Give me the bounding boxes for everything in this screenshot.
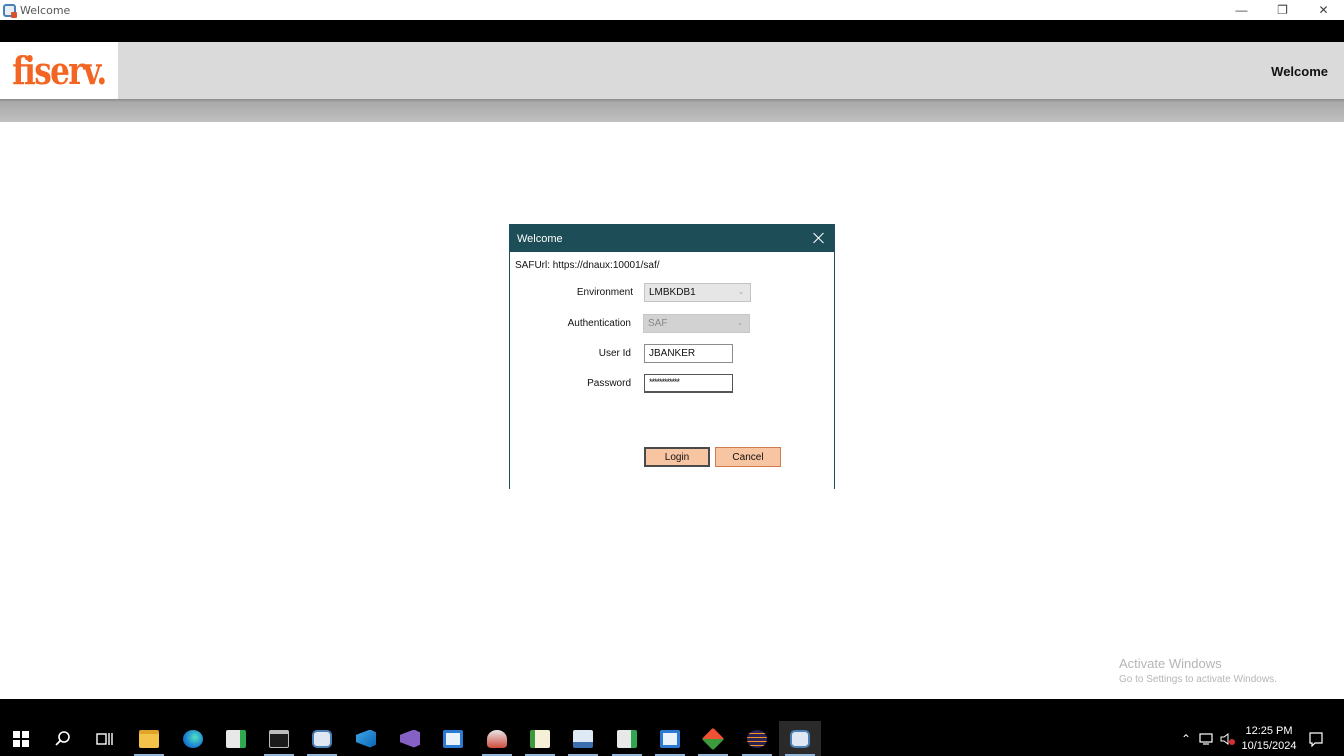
restore-button[interactable]: ❐ bbox=[1262, 0, 1303, 20]
app-icon bbox=[487, 729, 507, 748]
app-icon bbox=[226, 729, 246, 748]
activate-windows-watermark: Activate Windows Go to Settings to activ… bbox=[1119, 656, 1277, 685]
window-titlebar: Welcome — ❐ ✕ bbox=[0, 0, 1344, 20]
taskbar-clock[interactable]: 12:25 PM 10/15/2024 bbox=[1238, 724, 1300, 754]
password-label: Password bbox=[587, 378, 631, 389]
taskbar-app-13[interactable] bbox=[649, 721, 691, 756]
logo-container: fiserv. bbox=[0, 42, 118, 99]
chevron-up-icon[interactable]: ⌃ bbox=[1178, 721, 1194, 756]
watermark-title: Activate Windows bbox=[1119, 656, 1222, 671]
app-icon bbox=[312, 729, 332, 748]
taskbar-app-5[interactable] bbox=[301, 721, 343, 756]
speaker-icon bbox=[1220, 732, 1235, 745]
chevron-down-icon: ⌄ bbox=[738, 289, 744, 296]
network-icon-glyph bbox=[1199, 732, 1213, 745]
notification-icon[interactable] bbox=[1303, 721, 1329, 756]
password-value: ************ bbox=[649, 377, 680, 387]
visual-studio-icon bbox=[400, 729, 420, 748]
taskbar-vscode[interactable] bbox=[345, 721, 387, 756]
volume-muted-icon[interactable] bbox=[1219, 721, 1237, 756]
start-button[interactable] bbox=[0, 721, 42, 756]
taskbar-welcome-app[interactable] bbox=[779, 721, 821, 756]
search-icon bbox=[55, 730, 70, 746]
folder-icon bbox=[139, 729, 159, 748]
window-controls: — ❐ ✕ bbox=[1221, 0, 1344, 20]
taskbar-visual-studio[interactable] bbox=[389, 721, 431, 756]
environment-label: Environment bbox=[576, 287, 633, 298]
password-input[interactable]: ************ bbox=[644, 374, 733, 393]
taskbar-app-9[interactable] bbox=[476, 721, 518, 756]
login-button[interactable]: Login bbox=[644, 447, 710, 467]
app-icon bbox=[3, 3, 17, 18]
taskbar-terminal[interactable] bbox=[258, 721, 300, 756]
window-title: Welcome bbox=[20, 3, 71, 17]
taskbar-app-11[interactable] bbox=[562, 721, 604, 756]
userid-input[interactable]: JBANKER bbox=[644, 344, 733, 363]
taskbar-edge[interactable] bbox=[172, 721, 214, 756]
header-title: Welcome bbox=[1271, 64, 1328, 79]
taskbar-git[interactable] bbox=[692, 721, 734, 756]
taskbar-app-3[interactable] bbox=[215, 721, 257, 756]
authentication-select[interactable]: SAF ⌄ bbox=[643, 314, 750, 333]
terminal-icon bbox=[269, 729, 289, 748]
clock-date: 10/15/2024 bbox=[1241, 740, 1297, 752]
app-icon bbox=[530, 729, 550, 748]
action-center-icon bbox=[1309, 731, 1323, 747]
windows-icon bbox=[13, 730, 29, 747]
userid-label: User Id bbox=[598, 348, 631, 359]
taskbar: ⌃ 12:25 PM 10/15/2024 bbox=[0, 721, 1344, 756]
chevron-down-icon: ⌄ bbox=[737, 320, 743, 327]
environment-value: LMBKDB1 bbox=[649, 287, 696, 298]
close-icon[interactable] bbox=[812, 231, 826, 245]
fiserv-logo: fiserv. bbox=[12, 47, 107, 93]
app-icon bbox=[443, 729, 463, 748]
taskbar-app-8[interactable] bbox=[432, 721, 474, 756]
app-header: fiserv. Welcome bbox=[0, 42, 1344, 99]
authentication-value: SAF bbox=[648, 318, 668, 329]
task-view-button[interactable] bbox=[84, 721, 126, 756]
environment-select[interactable]: LMBKDB1 ⌄ bbox=[644, 283, 751, 302]
watermark-subtitle: Go to Settings to activate Windows. bbox=[1119, 674, 1277, 685]
app-icon bbox=[617, 729, 637, 748]
git-icon bbox=[701, 727, 725, 750]
app-icon bbox=[790, 729, 810, 748]
app-icon bbox=[660, 729, 680, 748]
taskbar-app-12[interactable] bbox=[606, 721, 648, 756]
network-icon[interactable] bbox=[1198, 721, 1216, 756]
cancel-button[interactable]: Cancel bbox=[715, 447, 781, 467]
taskbar-app-10[interactable] bbox=[519, 721, 561, 756]
taskbar-strip bbox=[0, 699, 1344, 721]
vscode-icon bbox=[356, 729, 376, 748]
close-window-button[interactable]: ✕ bbox=[1303, 0, 1344, 20]
header-subbar bbox=[0, 99, 1344, 122]
app-icon bbox=[573, 729, 593, 748]
edge-icon bbox=[183, 729, 203, 748]
dialog-title: Welcome bbox=[517, 232, 563, 245]
authentication-label: Authentication bbox=[567, 318, 631, 329]
task-view-icon bbox=[96, 732, 113, 745]
search-button[interactable] bbox=[42, 721, 84, 756]
clock-time: 12:25 PM bbox=[1245, 725, 1293, 737]
login-dialog: Welcome SAFUrl: https://dnaux:10001/saf/… bbox=[509, 224, 835, 489]
window-band bbox=[0, 20, 1344, 42]
minimize-button[interactable]: — bbox=[1221, 0, 1262, 20]
saf-url-text: SAFUrl: https://dnaux:10001/saf/ bbox=[515, 260, 660, 271]
taskbar-file-explorer[interactable] bbox=[128, 721, 170, 756]
eclipse-icon bbox=[747, 729, 767, 748]
taskbar-eclipse[interactable] bbox=[736, 721, 778, 756]
userid-value: JBANKER bbox=[649, 348, 696, 359]
dialog-titlebar: Welcome bbox=[510, 225, 834, 252]
